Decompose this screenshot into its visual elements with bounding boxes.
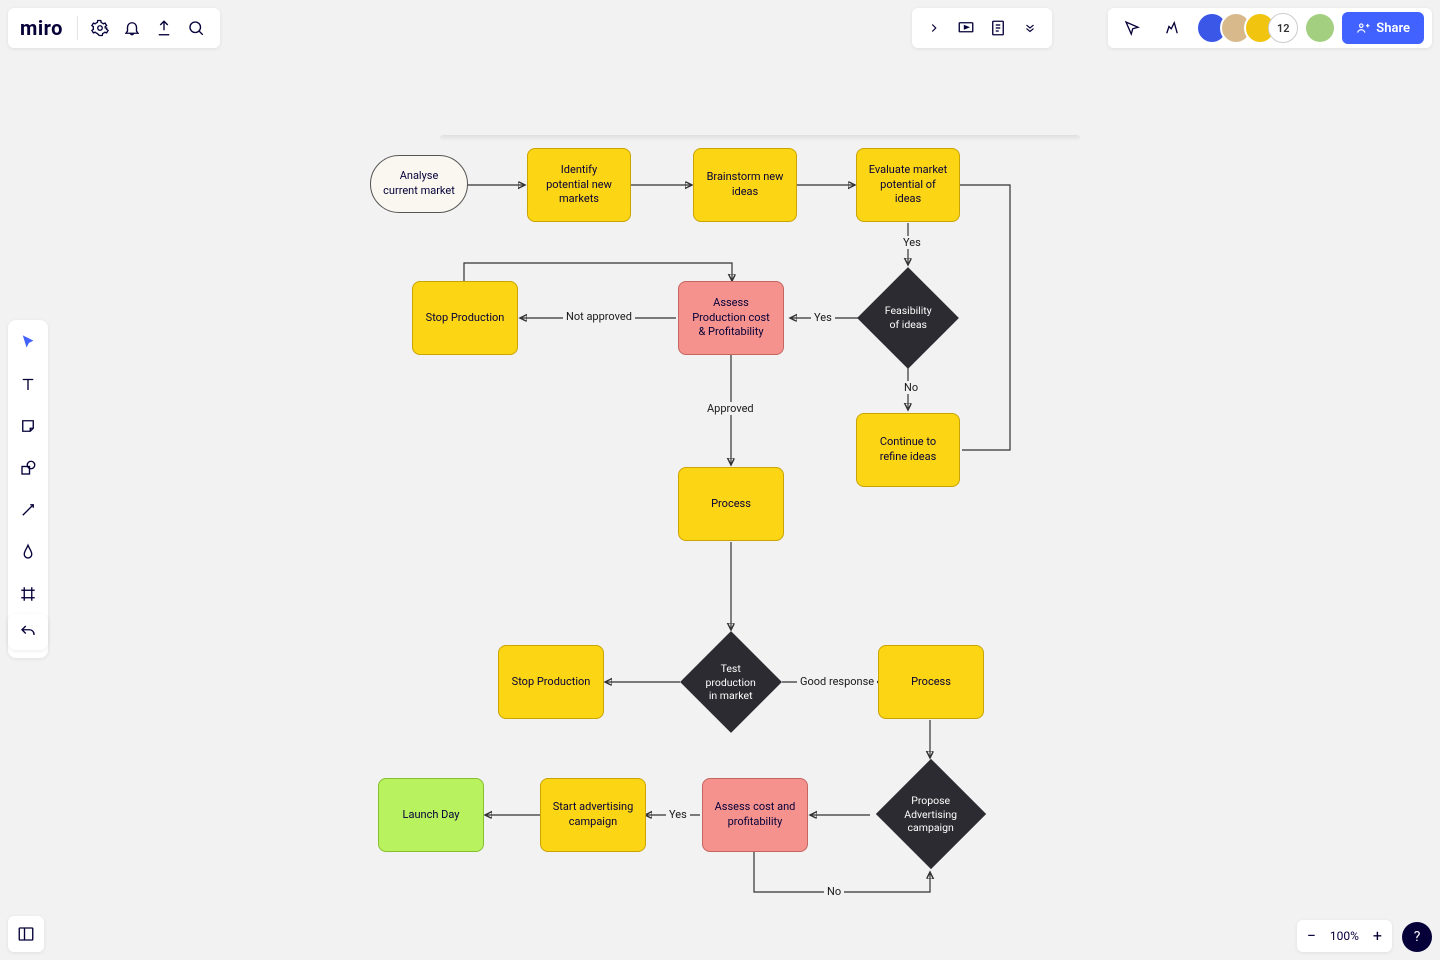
node-label: Test production in market [705,662,757,703]
node-test-market[interactable]: Test production in market [680,631,782,733]
avatar-overflow-count[interactable]: 12 [1268,13,1298,43]
edge-label-yes: Yes [666,808,690,821]
node-process-2[interactable]: Process [878,645,984,719]
search-icon[interactable] [180,12,212,44]
edge-label-no: No [824,885,844,898]
bell-icon[interactable] [116,12,148,44]
node-refine-ideas[interactable]: Continue to refine ideas [856,413,960,487]
node-label: Evaluate market potential of ideas [867,163,949,208]
divider [77,16,78,40]
node-evaluate-market[interactable]: Evaluate market potential of ideas [856,148,960,222]
settings-icon[interactable] [84,12,116,44]
cursor-icon[interactable] [1116,12,1148,44]
node-label: Stop Production [426,311,505,326]
help-button[interactable]: ? [1402,922,1432,952]
node-label: Process [911,675,951,690]
topbar-left: miro [8,8,220,48]
chevron-right-icon[interactable] [918,12,950,44]
present-icon[interactable] [950,12,982,44]
sticky-tool[interactable] [12,410,44,442]
node-label: Brainstorm new ideas [704,170,786,200]
text-tool[interactable] [12,368,44,400]
node-label: Process [711,497,751,512]
node-label: Assess cost and profitability [713,800,797,830]
share-button[interactable]: Share [1342,12,1424,44]
node-label: Continue to refine ideas [867,435,949,465]
topbar-mid [912,8,1052,48]
node-stop-production-1[interactable]: Stop Production [412,281,518,355]
node-brainstorm-ideas[interactable]: Brainstorm new ideas [693,148,797,222]
node-propose-advertising[interactable]: Propose Advertising campaign [876,759,986,869]
node-label: Start advertising campaign [551,800,635,830]
edge-label-no: No [901,381,921,394]
node-label: Feasibility of ideas [882,304,934,331]
node-feasibility[interactable]: Feasibility of ideas [857,267,959,369]
edge-label-not-approved: Not approved [563,310,635,323]
undo-button[interactable] [8,614,48,650]
node-label: Propose Advertising campaign [902,794,960,835]
node-label: Identify potential new markets [538,163,620,208]
avatar-stack[interactable]: 12 [1196,12,1298,44]
zoom-out-button[interactable]: − [1307,928,1316,944]
edge-label-yes: Yes [811,311,835,324]
node-process-1[interactable]: Process [678,467,784,541]
node-assess-cost-2[interactable]: Assess cost and profitability [702,778,808,852]
edge-label-good-response: Good response [797,675,877,688]
export-icon[interactable] [148,12,180,44]
node-assess-production[interactable]: Assess Production cost & Profitability [678,281,784,355]
avatar-current-user[interactable] [1306,14,1334,42]
share-label: Share [1376,21,1410,36]
topbar-right: 12 Share [1108,8,1432,48]
notes-icon[interactable] [982,12,1014,44]
canvas[interactable]: Analyse current market Identify potentia… [0,0,1440,960]
reactions-icon[interactable] [1156,12,1188,44]
tool-sidebar [8,320,48,658]
node-launch-day[interactable]: Launch Day [378,778,484,852]
select-tool[interactable] [12,326,44,358]
minimap-button[interactable] [8,916,44,952]
zoom-control: − 100% + [1297,920,1392,952]
node-label: Assess Production cost & Profitability [689,296,773,341]
node-label: Analyse current market [381,169,457,199]
node-label: Stop Production [512,675,591,690]
frame-shadow [440,135,1080,141]
zoom-in-button[interactable]: + [1373,928,1382,944]
logo[interactable]: miro [20,16,63,40]
shape-tool[interactable] [12,452,44,484]
node-identify-markets[interactable]: Identify potential new markets [527,148,631,222]
frame-tool[interactable] [12,578,44,610]
node-analyse-market[interactable]: Analyse current market [370,155,468,213]
line-tool[interactable] [12,494,44,526]
node-start-advertising[interactable]: Start advertising campaign [540,778,646,852]
zoom-level[interactable]: 100% [1330,929,1359,943]
node-label: Launch Day [403,808,460,823]
edge-label-yes: Yes [900,236,924,249]
edge-label-approved: Approved [704,402,757,415]
pen-tool[interactable] [12,536,44,568]
chevrons-down-icon[interactable] [1014,12,1046,44]
node-stop-production-2[interactable]: Stop Production [498,645,604,719]
